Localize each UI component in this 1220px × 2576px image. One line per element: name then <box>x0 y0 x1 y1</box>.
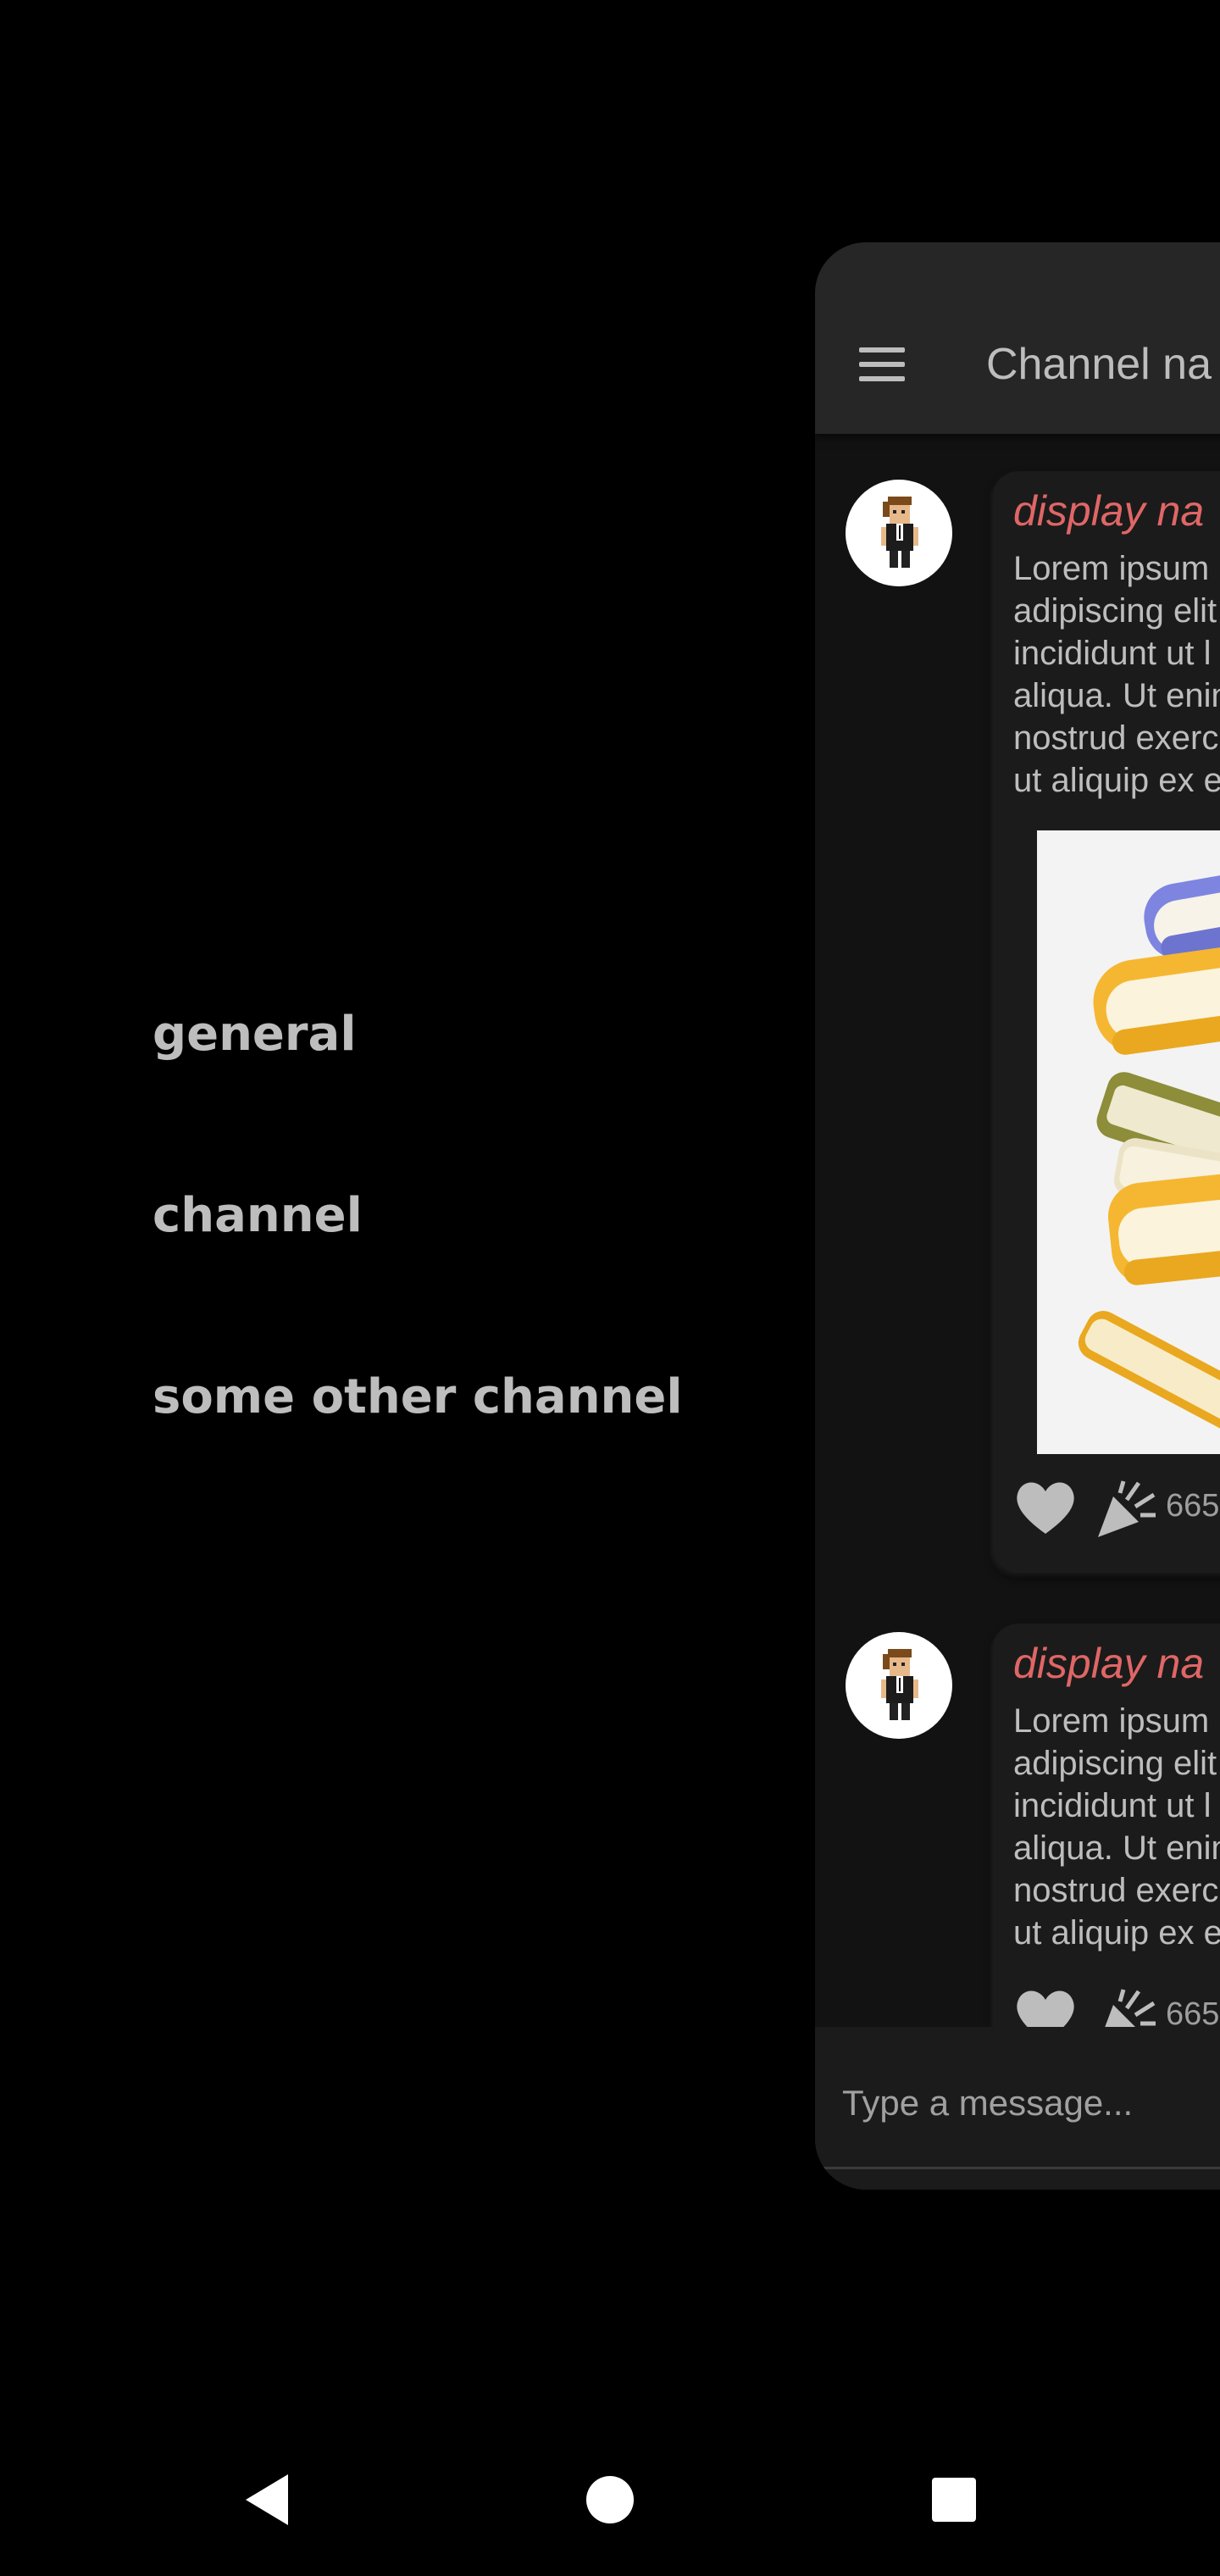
message-line: Lorem ipsum <box>1013 550 1210 587</box>
message-list[interactable]: display na Lorem ipsum adipiscing elit i… <box>815 434 1220 2027</box>
message-text: Lorem ipsum adipiscing elit incididunt u… <box>1013 547 1220 802</box>
message-bubble[interactable]: display na Lorem ipsum adipiscing elit i… <box>993 471 1220 1573</box>
display-name[interactable]: display na <box>1013 1639 1204 1688</box>
party-popper-icon[interactable] <box>1095 1478 1159 1541</box>
message-composer <box>815 2027 1220 2190</box>
channel-item-channel[interactable]: channel <box>152 1188 363 1243</box>
display-name[interactable]: display na <box>1013 486 1204 536</box>
avatar-pixel-person-icon <box>881 1649 918 1720</box>
books-stack-image <box>1037 830 1220 1454</box>
channel-item-general[interactable]: general <box>152 1007 357 1062</box>
back-triangle-icon[interactable] <box>234 2466 302 2534</box>
message-input[interactable] <box>840 2073 1220 2134</box>
menu-icon[interactable] <box>859 347 905 381</box>
recents-square-icon[interactable] <box>920 2466 988 2534</box>
avatar[interactable] <box>846 480 952 586</box>
avatar-pixel-person-icon <box>881 497 918 568</box>
heart-icon[interactable] <box>1013 1986 1078 2027</box>
screen: general channel some other channel Chann… <box>0 0 1220 2576</box>
channel-item-some-other-channel[interactable]: some other channel <box>152 1369 683 1424</box>
input-underline <box>815 2167 1220 2169</box>
message-line: nostrud exerc <box>1013 719 1219 757</box>
message-image[interactable] <box>1037 830 1220 1454</box>
reaction-count: 665 <box>1166 1996 1220 2027</box>
message-line: ut aliquip ex e <box>1013 1914 1220 1951</box>
reaction-bar: 665 <box>1013 1986 1220 2027</box>
message-text: Lorem ipsum adipiscing elit incididunt u… <box>1013 1700 1220 1954</box>
message-line: adipiscing elit <box>1013 592 1217 630</box>
message-line: aliqua. Ut enin <box>1013 677 1220 714</box>
heart-icon[interactable] <box>1013 1478 1078 1537</box>
chat-card: Channel na display na Lorem ipsum adipis… <box>815 242 1220 2190</box>
channel-title: Channel na <box>986 340 1212 389</box>
message-line: incididunt ut l <box>1013 635 1212 672</box>
message-line: ut aliquip ex e <box>1013 762 1220 799</box>
reaction-count: 665 <box>1166 1488 1220 1524</box>
avatar[interactable] <box>846 1632 952 1739</box>
message-line: aliqua. Ut enin <box>1013 1829 1220 1867</box>
party-popper-icon[interactable] <box>1095 1986 1159 2027</box>
app-bar: Channel na <box>815 242 1220 434</box>
message-line: adipiscing elit <box>1013 1745 1217 1782</box>
reaction-bar: 665 <box>1013 1478 1220 1546</box>
message-bubble[interactable]: display na Lorem ipsum adipiscing elit i… <box>993 1624 1220 2027</box>
home-circle-icon[interactable] <box>576 2466 644 2534</box>
system-nav-bar <box>0 2423 1220 2576</box>
message-line: Lorem ipsum <box>1013 1702 1210 1740</box>
message-line: nostrud exerc <box>1013 1872 1219 1909</box>
message-line: incididunt ut l <box>1013 1787 1212 1824</box>
